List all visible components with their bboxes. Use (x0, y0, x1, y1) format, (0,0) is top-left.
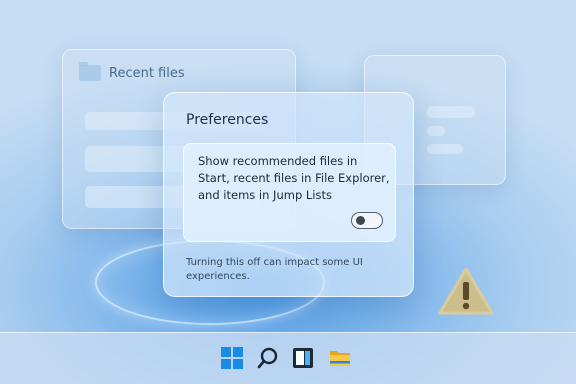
placeholder-bar (427, 106, 475, 118)
dialog-title: Preferences (186, 112, 269, 128)
warning-triangle-icon (438, 267, 494, 315)
option-label: Show recommended files in Start, recent … (198, 154, 390, 202)
placeholder-bar (427, 126, 445, 136)
placeholder-bar (427, 144, 463, 154)
folder-icon (79, 62, 101, 81)
search-icon[interactable] (256, 346, 280, 370)
recent-files-header: Recent files (79, 62, 185, 81)
impact-note: Turning this off can impact some UI expe… (186, 257, 363, 282)
toggle-knob (356, 216, 365, 225)
recommended-files-toggle[interactable] (351, 212, 383, 229)
widgets-icon[interactable] (291, 346, 315, 370)
recent-files-title: Recent files (109, 65, 185, 81)
taskbar (0, 332, 576, 384)
start-icon[interactable] (220, 346, 244, 370)
recommended-files-option: Show recommended files in Start, recent … (183, 143, 396, 242)
file-explorer-icon[interactable] (328, 346, 352, 370)
preferences-dialog: Preferences Show recommended files in St… (163, 92, 414, 297)
